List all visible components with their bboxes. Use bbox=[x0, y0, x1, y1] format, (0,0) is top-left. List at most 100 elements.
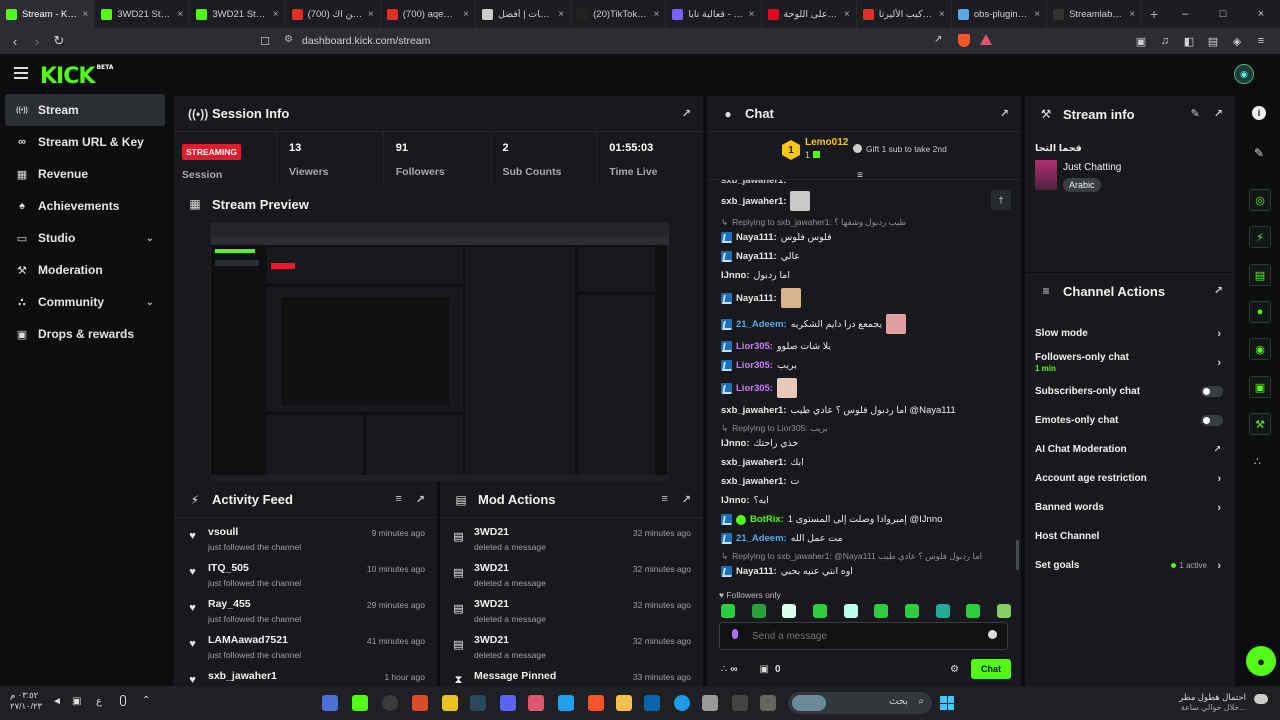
channel-action-ai-chat-moderation[interactable]: AI Chat Moderation ↗ bbox=[1025, 435, 1235, 464]
browser-tab[interactable]: شرح تركيب الأليرتا × bbox=[857, 0, 952, 28]
clock[interactable]: ٠٣:٥٢ م ٢٧/١٠/٢٣ bbox=[10, 690, 42, 712]
chat-username[interactable]: Naya111: bbox=[736, 565, 777, 578]
close-window-icon[interactable]: × bbox=[1242, 0, 1280, 28]
emote-4[interactable] bbox=[812, 604, 827, 618]
weather-widget[interactable]: احتمال هطول مطر خلال حوالي ساعة... bbox=[1168, 690, 1272, 716]
tab-close-icon[interactable]: × bbox=[558, 9, 564, 20]
filter-icon[interactable]: ≡ bbox=[395, 493, 401, 506]
hamburger-menu-icon[interactable] bbox=[14, 67, 28, 79]
sidebar-item-community[interactable]: ∴ Community ⌄ bbox=[0, 286, 170, 318]
browser-tab[interactable]: فعالية نايا - ation × bbox=[666, 0, 762, 28]
chat-username[interactable]: Lior305: bbox=[736, 382, 773, 395]
activity-item[interactable]: ♥ Ray_455 just followed the channel 29 minu… bbox=[174, 590, 437, 626]
tab-close-icon[interactable]: × bbox=[1129, 9, 1135, 20]
chat-username[interactable]: Naya111: bbox=[736, 292, 777, 305]
popout-icon[interactable]: ↗ bbox=[1214, 284, 1223, 297]
taskbar-app-icon[interactable] bbox=[412, 695, 428, 711]
chat-message[interactable]: Lior305: بريب bbox=[707, 356, 1021, 375]
windows-start-icon[interactable] bbox=[940, 696, 954, 710]
activity-item[interactable]: ♥ vsoull just followed the channel 9 minute… bbox=[174, 518, 437, 554]
activity-item[interactable]: ♥ LAMAawad7521 just followed the channel 41… bbox=[174, 626, 437, 662]
rail-lightning-icon[interactable]: ⚡ bbox=[1249, 226, 1271, 248]
sidebar-item-achievements[interactable]: ♠ Achievements bbox=[0, 190, 170, 222]
extensions-icon[interactable]: ▣ bbox=[1130, 30, 1152, 52]
taskbar-app-icon[interactable] bbox=[588, 695, 604, 711]
channel-action-emotes-only-chat[interactable]: Emotes-only chat bbox=[1025, 406, 1235, 435]
tab-close-icon[interactable]: × bbox=[273, 9, 279, 20]
chat-message[interactable]: IJnno: اما ردبول bbox=[707, 266, 1021, 285]
chat-username[interactable]: Naya111: bbox=[736, 250, 777, 263]
filter-icon[interactable]: ≡ bbox=[661, 493, 667, 506]
taskbar-app-icon[interactable] bbox=[352, 695, 368, 711]
chat-message[interactable]: Lior305: bbox=[707, 375, 1021, 401]
brave-shield-icon[interactable] bbox=[958, 34, 970, 47]
chat-message[interactable]: Lior305: يلا شات صلوو bbox=[707, 337, 1021, 356]
browser-tab[interactable]: Stream - Kick × bbox=[0, 0, 96, 28]
browser-tab[interactable]: منشور على اللوحة × bbox=[762, 0, 857, 28]
taskbar-app-icon[interactable] bbox=[442, 695, 458, 711]
toggle-switch[interactable] bbox=[1201, 386, 1223, 397]
channel-action-set-goals[interactable]: Set goals › 1 active bbox=[1025, 551, 1235, 580]
share-icon[interactable]: ↗ bbox=[934, 34, 942, 45]
gift-leaderboard[interactable]: 1 Lemo012 1 Gift 1 sub to take 2nd ≡ bbox=[707, 132, 1021, 181]
chat-settings-icon[interactable]: ⚙ bbox=[950, 664, 959, 675]
mic-icon[interactable] bbox=[732, 629, 738, 639]
chat-scrollbar[interactable] bbox=[1016, 540, 1019, 570]
edit-layout-icon[interactable]: ✎ bbox=[1254, 146, 1264, 160]
taskbar-app-icon[interactable] bbox=[322, 695, 338, 711]
tab-close-icon[interactable]: × bbox=[939, 9, 945, 20]
chat-message[interactable]: IJnno: خذي راحتك bbox=[707, 434, 1021, 453]
address-bar[interactable]: ⚙ dashboard.kick.com/stream bbox=[278, 31, 998, 51]
tab-close-icon[interactable]: × bbox=[653, 9, 659, 20]
emote-5[interactable] bbox=[843, 604, 858, 618]
channel-action-slow-mode[interactable]: Slow mode › bbox=[1025, 319, 1235, 348]
microphone-icon[interactable] bbox=[120, 695, 126, 706]
mod-action-item[interactable]: ▤ 3WD21 deleted a message 32 minutes ago bbox=[440, 554, 703, 590]
chat-username[interactable]: Naya111: bbox=[736, 231, 777, 244]
chat-message[interactable]: sxb_jawaher1: ابك bbox=[707, 453, 1021, 472]
browser-tab[interactable]: التنبيهات | أفضل × bbox=[476, 0, 572, 28]
popout-icon[interactable]: ↗ bbox=[682, 493, 691, 506]
tab-close-icon[interactable]: × bbox=[368, 9, 374, 20]
chat-username[interactable]: BotRix: bbox=[750, 513, 784, 526]
tab-close-icon[interactable]: × bbox=[844, 9, 850, 20]
chat-username[interactable]: IJnno: bbox=[721, 437, 750, 450]
mod-action-item[interactable]: ▤ 3WD21 deleted a message 32 minutes ago bbox=[440, 590, 703, 626]
popout-icon[interactable]: ↗ bbox=[416, 493, 425, 506]
points-icon[interactable]: ∴ bbox=[721, 664, 727, 675]
tab-close-icon[interactable]: × bbox=[178, 9, 184, 20]
tab-close-icon[interactable]: × bbox=[463, 9, 469, 20]
maximize-icon[interactable]: □ bbox=[1204, 0, 1242, 28]
category-name[interactable]: Just Chatting bbox=[1063, 162, 1121, 173]
taskbar-app-icon[interactable] bbox=[760, 695, 776, 711]
sidebar-item-stream[interactable]: ((•)) Stream bbox=[5, 94, 165, 126]
chat-input-field[interactable] bbox=[752, 628, 972, 644]
chat-message[interactable]: sxb_jawaher1: bbox=[707, 188, 1021, 214]
kick-logo[interactable]: KICK BETA bbox=[40, 64, 113, 89]
channel-action-followers-only-chat[interactable]: Followers-only chat 1 min › bbox=[1025, 348, 1235, 377]
rail-document-icon[interactable]: ▤ bbox=[1249, 264, 1271, 286]
toggle-switch[interactable] bbox=[1201, 415, 1223, 426]
emoji-picker-icon[interactable] bbox=[988, 630, 997, 639]
emote-1[interactable] bbox=[721, 604, 735, 618]
popout-icon[interactable]: ↗ bbox=[1214, 107, 1223, 120]
taskbar-search[interactable]: بحث ⌕ bbox=[788, 692, 932, 714]
user-avatar[interactable]: ◉ bbox=[1234, 64, 1254, 84]
taskbar-app-icon[interactable] bbox=[382, 695, 398, 711]
pin-icon[interactable]: † bbox=[991, 190, 1011, 210]
chat-message[interactable]: 21_Adeem: يجمعع درا دايم الشكريه bbox=[707, 311, 1021, 337]
tab-close-icon[interactable]: × bbox=[1034, 9, 1040, 20]
tab-close-icon[interactable]: × bbox=[749, 9, 755, 20]
channel-action-banned-words[interactable]: Banned words › bbox=[1025, 493, 1235, 522]
chat-username[interactable]: IJnno: bbox=[721, 269, 750, 282]
sidebar-item-moderation[interactable]: ⚒ Moderation bbox=[0, 254, 170, 286]
browser-tab[interactable]: (20)TikTok - Make × bbox=[571, 0, 667, 28]
browser-tab[interactable]: (700) عيني من اك × bbox=[286, 0, 381, 28]
back-icon[interactable]: ‹ bbox=[4, 30, 26, 52]
taskbar-app-icon[interactable] bbox=[616, 695, 632, 711]
bookmark-icon[interactable]: ☐ bbox=[254, 30, 276, 52]
taskbar-app-icon[interactable] bbox=[500, 695, 516, 711]
rail-mod-icon[interactable]: ▣ bbox=[1249, 376, 1271, 398]
chat-message[interactable]: Naya111: فلوس فلوس bbox=[707, 228, 1021, 247]
popout-icon[interactable]: ↗ bbox=[1000, 107, 1009, 120]
